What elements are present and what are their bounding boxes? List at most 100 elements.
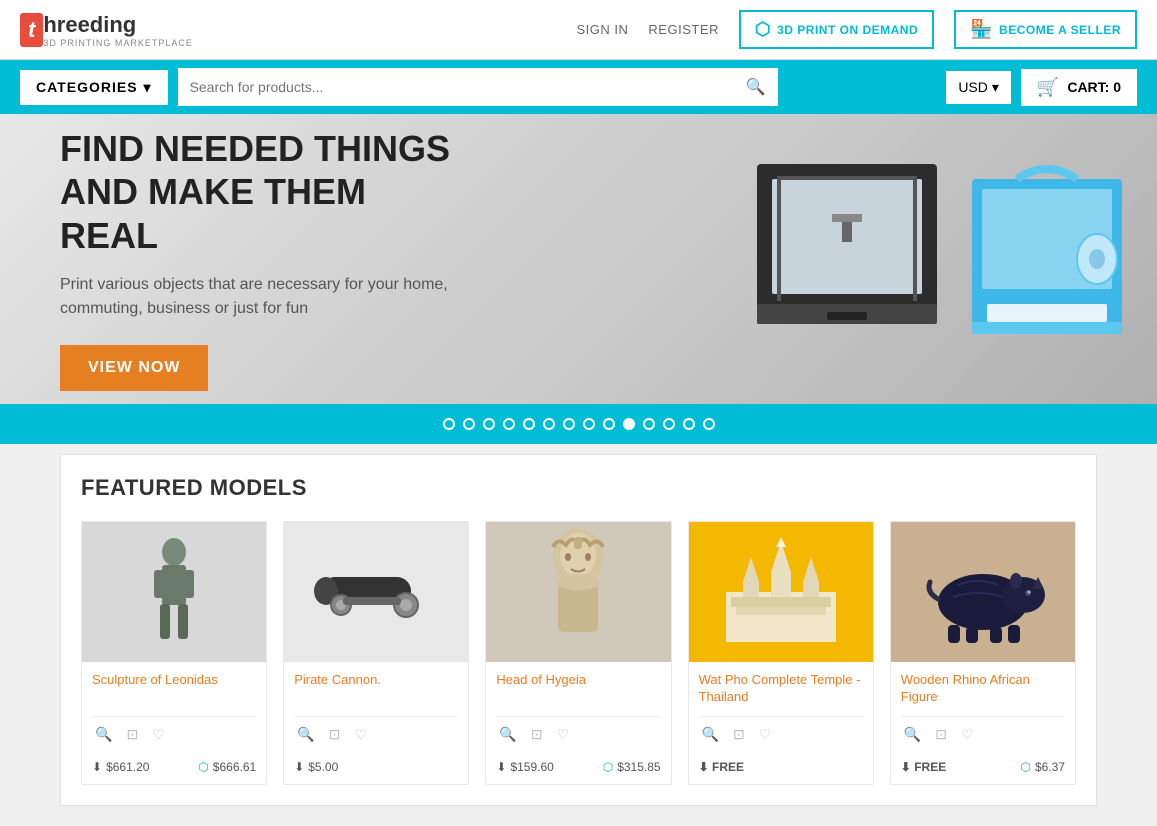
slider-dot-4[interactable] <box>503 418 515 430</box>
product-name-rhino: Wooden Rhino African Figure <box>901 672 1065 708</box>
frame-icon-leonidas[interactable]: ⊡ <box>123 723 141 746</box>
product-image-watpho <box>689 522 873 662</box>
heart-icon-watpho[interactable]: ♡ <box>756 723 775 746</box>
product-link-rhino[interactable]: Wooden Rhino African Figure <box>901 672 1030 704</box>
download-icon-rhino: ⬇ <box>901 760 911 774</box>
featured-models-title: FEATURED MODELS <box>81 475 1076 501</box>
product-info-hygeia: Head of Hygeia 🔍 ⊡ ♡ ⬇ $159.60 ⬡ $315.85 <box>486 662 670 784</box>
product-card-rhino: Wooden Rhino African Figure 🔍 ⊡ ♡ ⬇ FREE… <box>890 521 1076 785</box>
currency-chevron-icon: ▾ <box>992 79 999 96</box>
download-price-value-rhino: FREE <box>914 760 946 774</box>
sign-in-link[interactable]: SIGN IN <box>577 22 629 37</box>
product-info-watpho: Wat Pho Complete Temple - Thailand 🔍 ⊡ ♡… <box>689 662 873 784</box>
categories-label: CATEGORIES <box>36 79 138 95</box>
heart-icon-hygeia[interactable]: ♡ <box>554 723 573 746</box>
product-name-watpho: Wat Pho Complete Temple - Thailand <box>699 672 863 708</box>
heart-icon-cannon[interactable]: ♡ <box>351 723 370 746</box>
product-link-watpho[interactable]: Wat Pho Complete Temple - Thailand <box>699 672 861 704</box>
download-price-leonidas: ⬇ $661.20 <box>92 760 149 774</box>
slider-dot-14[interactable] <box>703 418 715 430</box>
slider-dot-1[interactable] <box>443 418 455 430</box>
print-price-value-leonidas: $666.61 <box>213 760 256 774</box>
slider-dot-5[interactable] <box>523 418 535 430</box>
logo-subtitle: 3D PRINTING MARKETPLACE <box>43 38 193 48</box>
product-pricing-rhino: ⬇ FREE ⬡ $6.37 <box>901 760 1065 774</box>
navbar: CATEGORIES ▾ 🔍 USD ▾ 🛒 CART: 0 <box>0 60 1157 114</box>
product-image-leonidas <box>82 522 266 662</box>
slider-dot-7[interactable] <box>563 418 575 430</box>
download-icon-watpho: ⬇ <box>699 760 709 774</box>
products-grid: Sculpture of Leonidas 🔍 ⊡ ♡ ⬇ $661.20 ⬡ … <box>81 521 1076 785</box>
download-price-value-watpho: FREE <box>712 760 744 774</box>
slider-dot-6[interactable] <box>543 418 555 430</box>
black-printer-svg <box>747 134 947 344</box>
print-price-hygeia: ⬡ $315.85 <box>603 760 661 774</box>
frame-icon-rhino[interactable]: ⊡ <box>932 723 950 746</box>
3d-print-demand-button[interactable]: ⬡ 3D PRINT ON DEMAND <box>739 10 934 49</box>
magnify-icon-leonidas[interactable]: 🔍 <box>92 723 115 746</box>
product-image-rhino <box>891 522 1075 662</box>
slider-dot-9[interactable] <box>603 418 615 430</box>
hero-banner: FIND NEEDED THINGS AND MAKE THEM REAL Pr… <box>0 114 1157 404</box>
print-price-leonidas: ⬡ $666.61 <box>198 760 256 774</box>
slider-dot-8[interactable] <box>583 418 595 430</box>
download-icon-leonidas: ⬇ <box>92 760 102 774</box>
frame-icon-watpho[interactable]: ⊡ <box>730 723 748 746</box>
leonidas-figure-svg <box>124 532 224 652</box>
product-info-rhino: Wooden Rhino African Figure 🔍 ⊡ ♡ ⬇ FREE… <box>891 662 1075 784</box>
watpho-svg <box>716 532 846 652</box>
download-price-cannon: ⬇ $5.00 <box>294 760 338 774</box>
slider-dot-10[interactable] <box>623 418 635 430</box>
heart-icon-leonidas[interactable]: ♡ <box>149 723 168 746</box>
product-card-cannon: Pirate Cannon. 🔍 ⊡ ♡ ⬇ $5.00 <box>283 521 469 785</box>
download-price-rhino: ⬇ FREE <box>901 760 946 774</box>
frame-icon-hygeia[interactable]: ⊡ <box>528 723 546 746</box>
register-link[interactable]: REGISTER <box>648 22 718 37</box>
header-nav: SIGN IN REGISTER ⬡ 3D PRINT ON DEMAND 🏪 … <box>577 10 1137 49</box>
product-link-hygeia[interactable]: Head of Hygeia <box>496 672 586 687</box>
slider-dot-13[interactable] <box>683 418 695 430</box>
search-icon[interactable]: 🔍 <box>746 77 766 97</box>
slider-dot-12[interactable] <box>663 418 675 430</box>
featured-models-section: FEATURED MODELS Sculpture of Leonidas <box>60 454 1097 806</box>
currency-selector[interactable]: USD ▾ <box>946 71 1011 104</box>
slider-dot-2[interactable] <box>463 418 475 430</box>
frame-icon-cannon[interactable]: ⊡ <box>326 723 344 746</box>
magnify-icon-watpho[interactable]: 🔍 <box>699 723 722 746</box>
download-price-watpho: ⬇ FREE <box>699 760 744 774</box>
slider-dot-3[interactable] <box>483 418 495 430</box>
categories-button[interactable]: CATEGORIES ▾ <box>20 70 168 105</box>
product-link-cannon[interactable]: Pirate Cannon. <box>294 672 381 687</box>
product-link-leonidas[interactable]: Sculpture of Leonidas <box>92 672 218 687</box>
magnify-icon-cannon[interactable]: 🔍 <box>294 723 317 746</box>
heart-icon-rhino[interactable]: ♡ <box>958 723 977 746</box>
product-actions-leonidas: 🔍 ⊡ ♡ <box>92 716 256 752</box>
download-icon-cannon: ⬇ <box>294 760 304 774</box>
product-actions-watpho: 🔍 ⊡ ♡ <box>699 716 863 752</box>
hygeia-svg <box>528 527 628 657</box>
search-input[interactable] <box>190 79 746 95</box>
cart-button[interactable]: 🛒 CART: 0 <box>1021 69 1137 106</box>
print-price-rhino: ⬡ $6.37 <box>1020 760 1065 774</box>
search-bar: 🔍 <box>178 68 778 106</box>
product-info-leonidas: Sculpture of Leonidas 🔍 ⊡ ♡ ⬇ $661.20 ⬡ … <box>82 662 266 784</box>
print-icon-rhino: ⬡ <box>1020 760 1030 774</box>
slider-dot-11[interactable] <box>643 418 655 430</box>
product-card-leonidas: Sculpture of Leonidas 🔍 ⊡ ♡ ⬇ $661.20 ⬡ … <box>81 521 267 785</box>
3d-print-label: 3D PRINT ON DEMAND <box>777 23 918 37</box>
become-seller-button[interactable]: 🏪 BECOME A SELLER <box>954 10 1137 49</box>
view-now-button[interactable]: VIEW NOW <box>60 345 208 391</box>
logo-icon: t <box>20 13 43 47</box>
hero-title: FIND NEEDED THINGS AND MAKE THEM REAL <box>60 127 460 257</box>
download-price-value-leonidas: $661.20 <box>106 760 149 774</box>
logo[interactable]: t hreeding 3D PRINTING MARKETPLACE <box>20 12 193 48</box>
magnify-icon-hygeia[interactable]: 🔍 <box>496 723 519 746</box>
product-name-cannon: Pirate Cannon. <box>294 672 458 708</box>
hero-subtitle: Print various objects that are necessary… <box>60 273 460 321</box>
product-image-hygeia <box>486 522 670 662</box>
print-icon-leonidas: ⬡ <box>198 760 208 774</box>
magnify-icon-rhino[interactable]: 🔍 <box>901 723 924 746</box>
product-actions-hygeia: 🔍 ⊡ ♡ <box>496 716 660 752</box>
print-icon-hygeia: ⬡ <box>603 760 613 774</box>
product-pricing-leonidas: ⬇ $661.20 ⬡ $666.61 <box>92 760 256 774</box>
